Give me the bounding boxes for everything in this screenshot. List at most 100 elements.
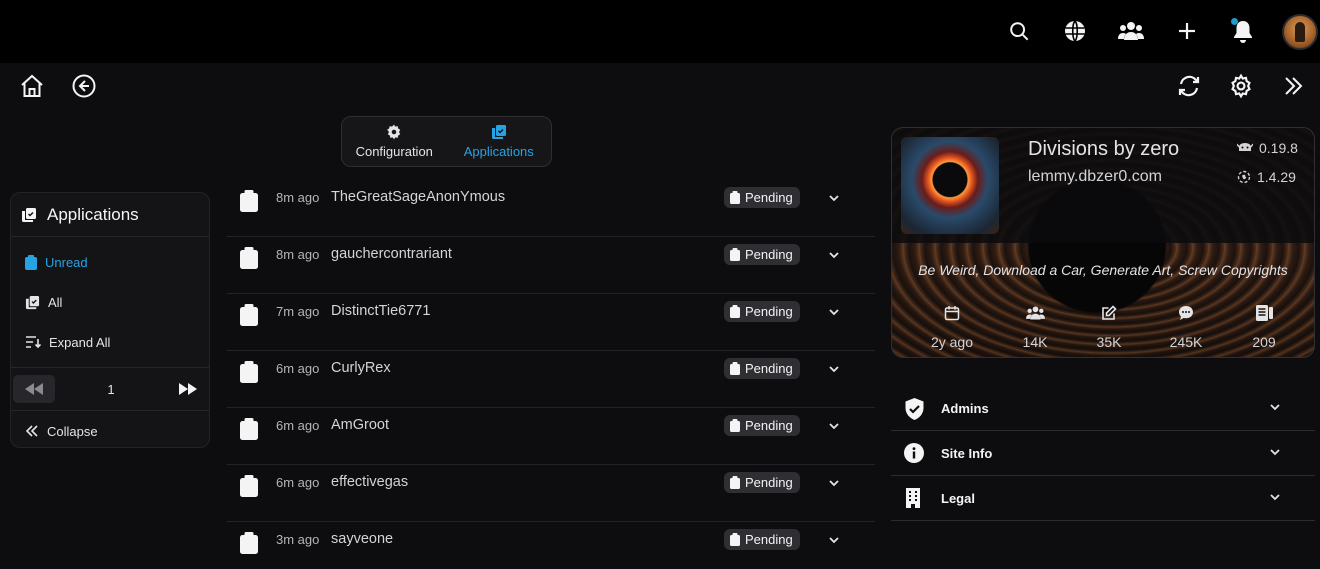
chevron-down-icon[interactable]: [827, 533, 841, 547]
application-username[interactable]: CurlyRex: [331, 360, 391, 376]
previous-page-button[interactable]: [13, 375, 55, 403]
communities-list-icon: [1255, 305, 1273, 321]
shield-check-icon: [905, 398, 924, 420]
application-time: 6m ago: [276, 418, 320, 433]
status-badge: Pending: [724, 472, 800, 493]
application-row: 3m ago sayveone Pending: [227, 522, 875, 569]
chevron-down-icon: [1270, 404, 1280, 411]
user-avatar[interactable]: [1282, 14, 1318, 50]
accordion-legal[interactable]: Legal: [891, 476, 1315, 521]
building-icon: [906, 488, 920, 508]
comment-icon: [1179, 306, 1193, 320]
applications-icon: [25, 295, 40, 309]
clipboard-icon: [730, 533, 740, 546]
chevron-down-icon[interactable]: [827, 248, 841, 262]
clipboard-icon: [240, 190, 258, 212]
application-username[interactable]: AmGroot: [331, 417, 389, 433]
clipboard-icon: [730, 419, 740, 432]
application-time: 6m ago: [276, 361, 320, 376]
sidebar-item-expand-all[interactable]: Expand All: [11, 324, 209, 360]
application-row: 7m ago DistinctTie6771 Pending: [227, 294, 875, 351]
sidebar-item-unread[interactable]: Unread: [11, 244, 209, 280]
site-tagline: Be Weird, Download a Car, Generate Art, …: [918, 262, 1288, 278]
double-chevron-right-icon[interactable]: [1278, 71, 1308, 101]
sidebar-item-all[interactable]: All: [11, 284, 209, 320]
home-icon[interactable]: [17, 71, 47, 101]
plus-icon[interactable]: [1172, 16, 1202, 46]
application-username[interactable]: gauchercontrariant: [331, 246, 452, 262]
accordion-label: Admins: [941, 400, 989, 416]
back-icon[interactable]: [69, 71, 99, 101]
application-username[interactable]: TheGreatSageAnonYmous: [331, 189, 505, 205]
applications-sidebar: Applications Unread All Expand All 1 Col…: [10, 192, 210, 448]
status-badge: Pending: [724, 301, 800, 322]
clipboard-icon: [240, 247, 258, 269]
globe-icon[interactable]: [1060, 16, 1090, 46]
stat-users: 14K: [995, 305, 1075, 350]
clipboard-icon: [730, 476, 740, 489]
chevron-down-icon[interactable]: [827, 305, 841, 319]
edit-icon: [1102, 305, 1117, 320]
chevron-down-icon[interactable]: [827, 476, 841, 490]
status-label: Pending: [745, 247, 793, 262]
site-url[interactable]: lemmy.dbzer0.com: [1028, 168, 1162, 186]
top-bar: [0, 0, 1320, 63]
pagination: 1: [11, 367, 209, 411]
application-username[interactable]: DistinctTie6771: [331, 303, 430, 319]
calendar-icon: [944, 306, 960, 321]
ui-version: 1.4.29: [1237, 169, 1296, 185]
applications-list: 8m ago TheGreatSageAnonYmous Pending 8m …: [227, 180, 875, 569]
notification-dot: [1231, 18, 1238, 25]
status-label: Pending: [745, 190, 793, 205]
tab-applications[interactable]: Applications: [447, 117, 552, 166]
fast-forward-icon: [179, 383, 197, 395]
status-label: Pending: [745, 418, 793, 433]
double-chevron-left-icon: [25, 425, 38, 437]
application-username[interactable]: effectivegas: [331, 474, 408, 490]
application-row: 6m ago AmGroot Pending: [227, 408, 875, 465]
status-badge: Pending: [724, 244, 800, 265]
accordion-admins[interactable]: Admins: [891, 386, 1315, 431]
info-icon: [904, 443, 924, 463]
chevron-down-icon: [1270, 449, 1280, 456]
sidebar-item-label: Unread: [45, 254, 88, 270]
application-row: 6m ago effectivegas Pending: [227, 465, 875, 522]
page-number: 1: [107, 381, 115, 397]
tab-label: Configuration: [355, 144, 433, 159]
chevron-down-icon[interactable]: [827, 362, 841, 376]
bell-icon[interactable]: [1228, 16, 1258, 46]
site-icon: [901, 137, 999, 234]
collapse-button[interactable]: Collapse: [11, 413, 209, 449]
clipboard-icon: [240, 475, 258, 497]
communities-icon[interactable]: [1116, 16, 1146, 46]
clipboard-icon: [730, 362, 740, 375]
backend-version-text: 0.19.8: [1259, 140, 1298, 156]
status-badge: Pending: [724, 529, 800, 550]
sidebar-item-label: Expand All: [49, 334, 111, 350]
site-name: Divisions by zero: [1028, 138, 1180, 160]
chevron-down-icon[interactable]: [827, 419, 841, 433]
clipboard-icon: [25, 254, 37, 270]
status-badge: Pending: [724, 187, 800, 208]
tab-configuration[interactable]: Configuration: [342, 117, 447, 166]
stat-value: 245K: [1169, 334, 1203, 350]
search-icon[interactable]: [1004, 16, 1034, 46]
accordion-site-info[interactable]: Site Info: [891, 431, 1315, 476]
refresh-icon[interactable]: [1174, 71, 1204, 101]
status-label: Pending: [745, 475, 793, 490]
chevron-down-icon: [1270, 494, 1280, 501]
application-username[interactable]: sayveone: [331, 531, 393, 547]
application-row: 6m ago CurlyRex Pending: [227, 351, 875, 408]
applications-icon: [491, 125, 506, 139]
status-label: Pending: [745, 361, 793, 376]
stat-comments: 245K: [1146, 305, 1226, 350]
application-time: 8m ago: [276, 190, 320, 205]
next-page-button[interactable]: [167, 375, 209, 403]
accordion-label: Legal: [941, 490, 975, 506]
chevron-down-icon[interactable]: [827, 191, 841, 205]
application-time: 8m ago: [276, 247, 320, 262]
gear-icon[interactable]: [1226, 71, 1256, 101]
ui-version-text: 1.4.29: [1257, 169, 1296, 185]
sidebar-item-label: All: [48, 294, 63, 310]
ui-icon: [1237, 170, 1251, 184]
